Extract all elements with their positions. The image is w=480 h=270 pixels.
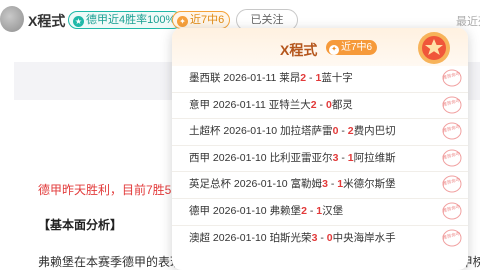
hit-stamp-text: 推荐命中 bbox=[442, 203, 461, 215]
match-row[interactable]: 澳超 2026-01-10 珀斯光荣3 - 0中央海岸水手 推荐命中 bbox=[172, 224, 468, 252]
popup-title: X程式 bbox=[280, 42, 318, 58]
match-date: 2026-01-10 bbox=[212, 151, 267, 164]
hit-stamp-text: 推荐命中 bbox=[442, 123, 461, 135]
match-home-team: 亚特兰大 bbox=[268, 98, 311, 111]
match-row[interactable]: 意甲 2026-01-11 亚特兰大2 - 0都灵 推荐命中 bbox=[172, 91, 468, 119]
match-home-team: 珀斯光荣 bbox=[269, 231, 312, 244]
hit-stamp-icon: 推荐命中 bbox=[442, 202, 462, 220]
match-row[interactable]: 墨西联 2026-01-11 莱昂2 - 1蓝十字 推荐命中 bbox=[172, 66, 468, 92]
match-away-team: 米德尔斯堡 bbox=[343, 178, 396, 191]
match-league: 英足总杯 bbox=[189, 178, 231, 191]
match-row[interactable]: 西甲 2026-01-10 比利亚雷亚尔3 - 1阿拉维斯 推荐命中 bbox=[172, 144, 468, 172]
recent-label[interactable]: 最近死 bbox=[456, 13, 480, 29]
fire-icon: ✦ bbox=[329, 45, 339, 55]
hit-stamp-icon: 推荐命中 bbox=[442, 69, 462, 87]
match-date: 2026-01-10 bbox=[212, 204, 267, 217]
match-date: 2026-01-10 bbox=[233, 178, 288, 191]
expert-name[interactable]: X程式 bbox=[28, 11, 65, 31]
match-home-team: 莱昂 bbox=[279, 72, 301, 84]
match-row[interactable]: 土超杯 2026-01-10 加拉塔萨雷0 - 2费内巴切 推荐命中 bbox=[172, 118, 468, 145]
match-score-separator: - bbox=[327, 178, 338, 191]
match-league: 墨西联 bbox=[189, 72, 221, 84]
trophy-icon: ★ bbox=[73, 16, 84, 27]
match-row[interactable]: 英足总杯 2026-01-10 富勒姆3 - 1米德尔斯堡 推荐命中 bbox=[172, 171, 468, 198]
win-rate-text: 德甲近4胜率100% bbox=[86, 14, 176, 26]
match-date: 2026-01-10 bbox=[223, 125, 278, 138]
match-league: 德甲 bbox=[189, 204, 210, 217]
match-score-separator: - bbox=[338, 151, 348, 164]
hit-stamp-text: 推荐命中 bbox=[442, 150, 461, 162]
avatar[interactable] bbox=[0, 6, 24, 32]
hit-stamp-icon: 推荐命中 bbox=[442, 149, 462, 167]
hit-stamp-icon: 推荐命中 bbox=[442, 122, 462, 140]
match-row[interactable]: 德甲 2026-01-10 弗赖堡2 - 1汉堡 推荐命中 bbox=[172, 197, 468, 225]
match-away-team: 汉堡 bbox=[322, 204, 344, 217]
match-home-team: 加拉塔萨雷 bbox=[280, 125, 333, 138]
popup-streak-text: 近7中6 bbox=[341, 42, 373, 53]
match-home-team: 富勒姆 bbox=[290, 178, 323, 191]
match-away-team: 蓝十字 bbox=[321, 72, 353, 84]
match-date: 2026-01-11 bbox=[223, 72, 277, 84]
match-score-separator: - bbox=[338, 125, 348, 138]
streak-text: 近7中6 bbox=[190, 14, 225, 26]
match-list: 墨西联 2026-01-11 莱昂2 - 1蓝十字 推荐命中 意甲 2026-01-… bbox=[172, 66, 468, 251]
match-league: 澳超 bbox=[189, 231, 210, 244]
match-home-team: 比利亚雷亚尔 bbox=[269, 151, 333, 164]
hit-stamp-text: 推荐命中 bbox=[442, 176, 461, 188]
hit-stamp-icon: 推荐命中 bbox=[442, 175, 462, 193]
match-away-team: 费内巴切 bbox=[353, 125, 396, 138]
win-rate-badge: ★ 德甲近4胜率100% bbox=[68, 11, 183, 29]
match-date: 2026-01-11 bbox=[212, 98, 266, 111]
match-away-team: 阿拉维斯 bbox=[353, 151, 396, 164]
match-score-separator: - bbox=[306, 204, 317, 217]
article-section-title: 【基本面分析】 bbox=[38, 218, 123, 232]
medal-icon bbox=[418, 32, 450, 64]
article-record-line: 德甲昨天胜利，目前7胜5 bbox=[38, 183, 172, 197]
popup-streak-badge: ✦ 近7中6 bbox=[326, 40, 378, 55]
match-league: 西甲 bbox=[189, 151, 210, 164]
match-away-team: 都灵 bbox=[331, 98, 353, 111]
match-score-separator: - bbox=[317, 231, 327, 244]
hit-stamp-text: 推荐命中 bbox=[442, 229, 461, 241]
match-score-separator: - bbox=[316, 98, 326, 111]
recent-results-popup: X程式 ✦ 近7中6 墨西联 2026-01-11 莱昂2 - 1蓝十字 推荐命中意… bbox=[172, 28, 468, 270]
hit-stamp-text: 推荐命中 bbox=[442, 96, 461, 108]
match-away-team: 中央海岸水手 bbox=[332, 231, 396, 244]
hit-stamp-icon: 推荐命中 bbox=[442, 96, 462, 114]
match-date: 2026-01-10 bbox=[212, 231, 267, 244]
hit-stamp-icon: 推荐命中 bbox=[442, 229, 462, 247]
match-league: 意甲 bbox=[189, 98, 210, 111]
fire-icon: ✦ bbox=[177, 16, 188, 27]
match-league: 土超杯 bbox=[189, 125, 221, 138]
match-home-team: 弗赖堡 bbox=[269, 204, 302, 217]
streak-badge[interactable]: ✦ 近7中6 bbox=[172, 11, 231, 29]
hit-stamp-text: 推荐命中 bbox=[442, 70, 461, 82]
